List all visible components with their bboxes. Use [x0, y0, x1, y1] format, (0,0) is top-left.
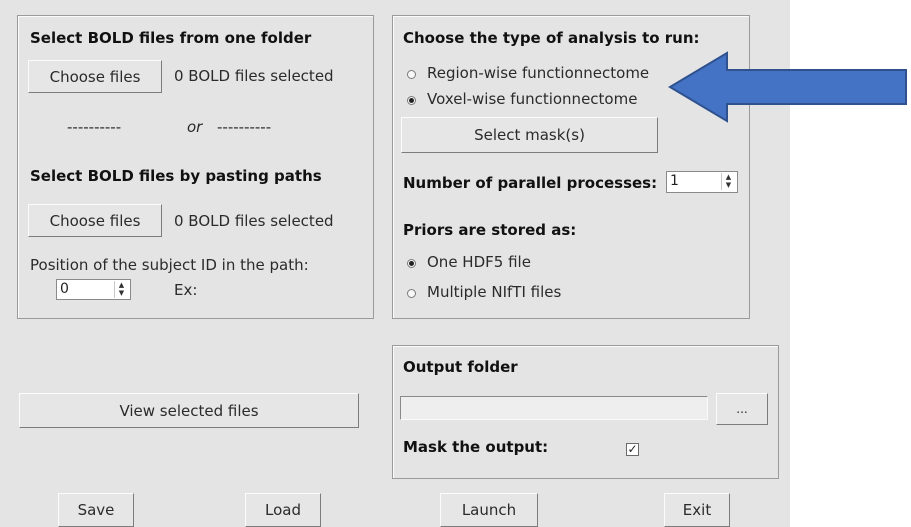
- subject-id-position-value: 0: [60, 281, 69, 297]
- view-selected-files-button[interactable]: View selected files: [19, 393, 359, 428]
- voxel-wise-radio[interactable]: [407, 96, 416, 105]
- analysis-type-title: Choose the type of analysis to run:: [403, 29, 700, 47]
- paste-files-count: 0 BOLD files selected: [174, 212, 334, 230]
- output-folder-title: Output folder: [403, 358, 518, 376]
- functionnectome-window: Select BOLD files from one folder Choose…: [0, 0, 790, 527]
- folder-files-count: 0 BOLD files selected: [174, 67, 334, 85]
- mask-output-label: Mask the output:: [403, 438, 549, 456]
- separator-right: ----------: [217, 118, 272, 136]
- save-button[interactable]: Save: [58, 493, 134, 527]
- example-label: Ex:: [174, 281, 198, 299]
- analysis-panel: [392, 15, 750, 319]
- browse-output-button[interactable]: ...: [716, 393, 768, 425]
- parallel-spinbox-arrows-icon[interactable]: ▲ ▼: [721, 173, 735, 190]
- mask-output-checkbox[interactable]: ✓: [626, 443, 639, 456]
- choose-files-folder-button[interactable]: Choose files: [28, 60, 162, 93]
- subject-id-position-spinbox[interactable]: 0 ▲ ▼: [56, 279, 131, 300]
- exit-button[interactable]: Exit: [664, 493, 730, 527]
- separator-left: ----------: [67, 118, 122, 136]
- parallel-processes-label: Number of parallel processes:: [403, 174, 658, 192]
- parallel-processes-spinbox[interactable]: 1 ▲ ▼: [666, 171, 738, 193]
- nifti-label: Multiple NIfTI files: [427, 283, 562, 301]
- region-wise-radio[interactable]: [407, 70, 416, 79]
- priors-storage-label: Priors are stored as:: [403, 221, 577, 239]
- paste-selection-title: Select BOLD files by pasting paths: [30, 167, 322, 185]
- output-folder-input[interactable]: [400, 396, 708, 420]
- voxel-wise-label: Voxel-wise functionnectome: [427, 90, 638, 108]
- folder-selection-title: Select BOLD files from one folder: [30, 29, 312, 47]
- choose-files-paste-button[interactable]: Choose files: [28, 204, 162, 237]
- hdf5-label: One HDF5 file: [427, 253, 531, 271]
- separator-or: or: [187, 118, 203, 136]
- subject-id-position-label: Position of the subject ID in the path:: [30, 256, 309, 274]
- select-mask-button[interactable]: Select mask(s): [401, 117, 658, 153]
- hdf5-radio[interactable]: [407, 259, 416, 268]
- region-wise-label: Region-wise functionnectome: [427, 64, 650, 82]
- nifti-radio[interactable]: [407, 289, 416, 298]
- parallel-processes-value: 1: [670, 173, 679, 189]
- launch-button[interactable]: Launch: [440, 493, 538, 527]
- load-button[interactable]: Load: [245, 493, 321, 527]
- spinbox-arrows-icon[interactable]: ▲ ▼: [114, 281, 128, 298]
